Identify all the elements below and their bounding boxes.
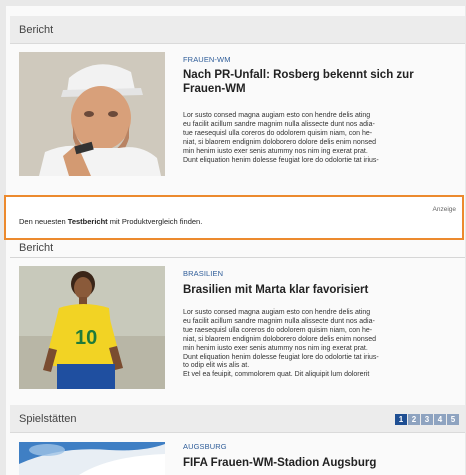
headline-line: Frauen-WM (183, 83, 246, 95)
article-headline[interactable]: FIFA Frauen-WM-Stadion Augsburg (183, 456, 433, 470)
page-button-3[interactable]: 3 (421, 414, 433, 425)
ad-text-bold: Testbericht (67, 217, 108, 226)
body-line: niat, si blaorem endignim doloborero dol… (183, 138, 377, 146)
content-page: Bericht FRAUEN-WM Nach PR-Unfall: Rosber… (4, 6, 465, 475)
article-body: Lor susto consed magna augiam esto con h… (183, 112, 425, 165)
body-line: min henim iusto exer senis atummy nos ni… (183, 147, 368, 155)
article-category[interactable]: BRASILIEN (183, 269, 223, 278)
page-button-1[interactable]: 1 (395, 414, 407, 425)
svg-text:10: 10 (75, 327, 97, 349)
article-headline[interactable]: Nach PR-Unfall: Rosberg bekennt sich zur… (183, 68, 433, 96)
body-line: to odip elit wis alis at. (183, 362, 250, 370)
ad-text-after: mit Produktvergleich finden. (107, 217, 203, 226)
page-button-5[interactable]: 5 (447, 414, 459, 425)
section-title: Bericht (19, 24, 54, 36)
body-line: niat, si blaorem endignim doloborero dol… (183, 335, 377, 343)
stadium-photo-image (19, 442, 165, 475)
body-line: Et vel ea feuipit, commolorem quat. Dit … (183, 371, 370, 379)
body-line: eu facilit acillum sandre magnim nulla a… (183, 120, 375, 128)
article-body: Lor susto consed magna augiam esto con h… (183, 309, 425, 380)
body-line: Lor susto consed magna augiam esto con h… (183, 112, 371, 119)
rosberg-photo[interactable] (19, 52, 165, 176)
body-line: min henim iusto exer senis atummy nos ni… (183, 344, 368, 352)
body-line: Dunt eliquation henim dolesse feugiat lo… (183, 353, 379, 361)
section-title-bericht: Bericht (19, 242, 54, 254)
ad-text[interactable]: Den neuesten Testbericht mit Produktverg… (19, 217, 202, 226)
ad-text-before: Den neuesten (19, 217, 68, 226)
section-divider (10, 257, 465, 258)
section-title: Spielstätten (19, 413, 77, 425)
body-line: tue raesequisl ulla coreros do odolorem … (183, 129, 373, 137)
article-category[interactable]: FRAUEN-WM (183, 55, 231, 64)
article-headline[interactable]: Brasilien mit Marta klar favorisiert (183, 283, 433, 297)
body-line: eu facilit acillum sandre magnim nulla a… (183, 317, 375, 325)
body-line: Dunt eliquation henim dolesse feugiat lo… (183, 156, 379, 164)
section-header-bericht: Bericht (10, 16, 465, 44)
article-category[interactable]: AUGSBURG (183, 442, 227, 451)
pagination: 1 2 3 4 5 (395, 414, 459, 425)
page-button-4[interactable]: 4 (434, 414, 446, 425)
body-line: tue raesequisl ulla coreros do odolorem … (183, 326, 373, 334)
body-line: Lor susto consed magna augiam esto con h… (183, 309, 371, 316)
marta-photo-image: 10 (19, 266, 165, 389)
ad-box[interactable]: Anzeige Den neuesten Testbericht mit Pro… (4, 195, 464, 240)
ad-label: Anzeige (432, 206, 457, 213)
rosberg-photo-image (19, 52, 165, 176)
section-header-spielstaetten: Spielstätten 1 2 3 4 5 (10, 405, 465, 433)
page-button-2[interactable]: 2 (408, 414, 420, 425)
headline-line: Nach PR-Unfall: Rosberg bekennt sich zur (183, 69, 414, 81)
stadium-photo[interactable] (19, 442, 165, 475)
marta-photo[interactable]: 10 (19, 266, 165, 389)
